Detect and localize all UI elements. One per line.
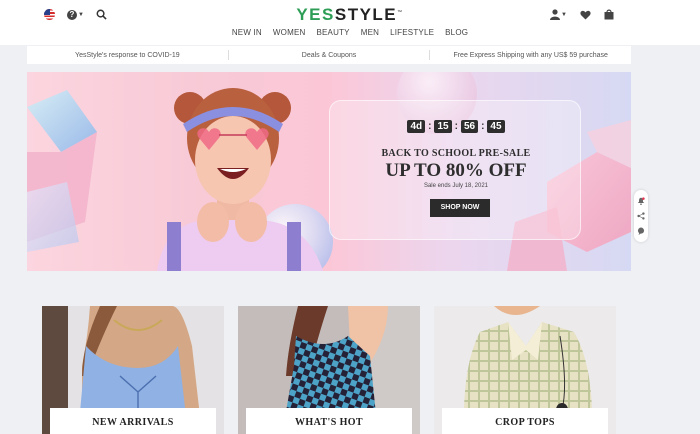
category-card-new-arrivals[interactable]: NEW ARRIVALS [42,306,224,434]
nav-beauty[interactable]: BEAUTY [316,28,349,37]
category-label: WHAT'S HOT [246,408,412,434]
heart-icon[interactable] [580,10,591,20]
shopping-bag-icon[interactable] [604,9,614,20]
account-menu[interactable]: ▼ [550,9,567,20]
nav-lifestyle[interactable]: LIFESTYLE [390,28,434,37]
main-nav: NEW IN WOMEN BEAUTY MEN LIFESTYLE BLOG [0,28,700,37]
timer-seconds: 45 [487,120,505,133]
nav-women[interactable]: WOMEN [273,28,306,37]
deals-coupons-link[interactable]: Deals & Coupons [229,52,430,59]
share-icon[interactable] [637,212,645,220]
timer-minutes: 56 [460,120,479,133]
logo-yes: YES [296,5,335,24]
timer-days: 4d [407,120,426,133]
side-toolbar [634,190,648,242]
category-label: CROP TOPS [442,408,608,434]
category-card-crop-tops[interactable]: CROP TOPS [434,306,616,434]
chat-icon[interactable] [637,227,645,235]
hero-banner[interactable]: 4d : 15 : 56 : 45 BACK TO SCHOOL PRE-SAL… [27,72,631,271]
timer-hours: 15 [434,120,452,133]
bell-icon[interactable] [637,197,645,206]
category-label: NEW ARRIVALS [50,408,216,434]
covid-response-link[interactable]: YesStyle's response to COVID-19 [27,52,228,59]
free-shipping-link[interactable]: Free Express Shipping with any US$ 59 pu… [430,52,631,59]
promo-headline: UP TO 80% OFF [385,160,527,181]
promo-panel: 4d : 15 : 56 : 45 BACK TO SCHOOL PRE-SAL… [329,100,581,240]
countdown-timer: 4d : 15 : 56 : 45 [330,120,582,133]
header-right-tools: ▼ [550,9,614,20]
info-bar: YesStyle's response to COVID-19 Deals & … [27,46,631,64]
hero-model-image [157,88,323,271]
shop-now-button[interactable]: SHOP NOW [430,199,490,217]
sale-end-date: Sale ends July 18, 2021 [423,183,489,189]
promo-subtitle: BACK TO SCHOOL PRE-SALE [381,148,531,159]
nav-men[interactable]: MEN [361,28,379,37]
category-card-whats-hot[interactable]: WHAT'S HOT [238,306,420,434]
site-header: ? ▼ YESSTYLE™ NEW IN WOMEN BEAUTY MEN LI… [0,0,700,45]
nav-new-in[interactable]: NEW IN [232,28,262,37]
user-icon [550,9,561,20]
logo-style: STYLE [334,5,398,24]
chevron-down-icon: ▼ [561,11,567,18]
nav-blog[interactable]: BLOG [445,28,468,37]
